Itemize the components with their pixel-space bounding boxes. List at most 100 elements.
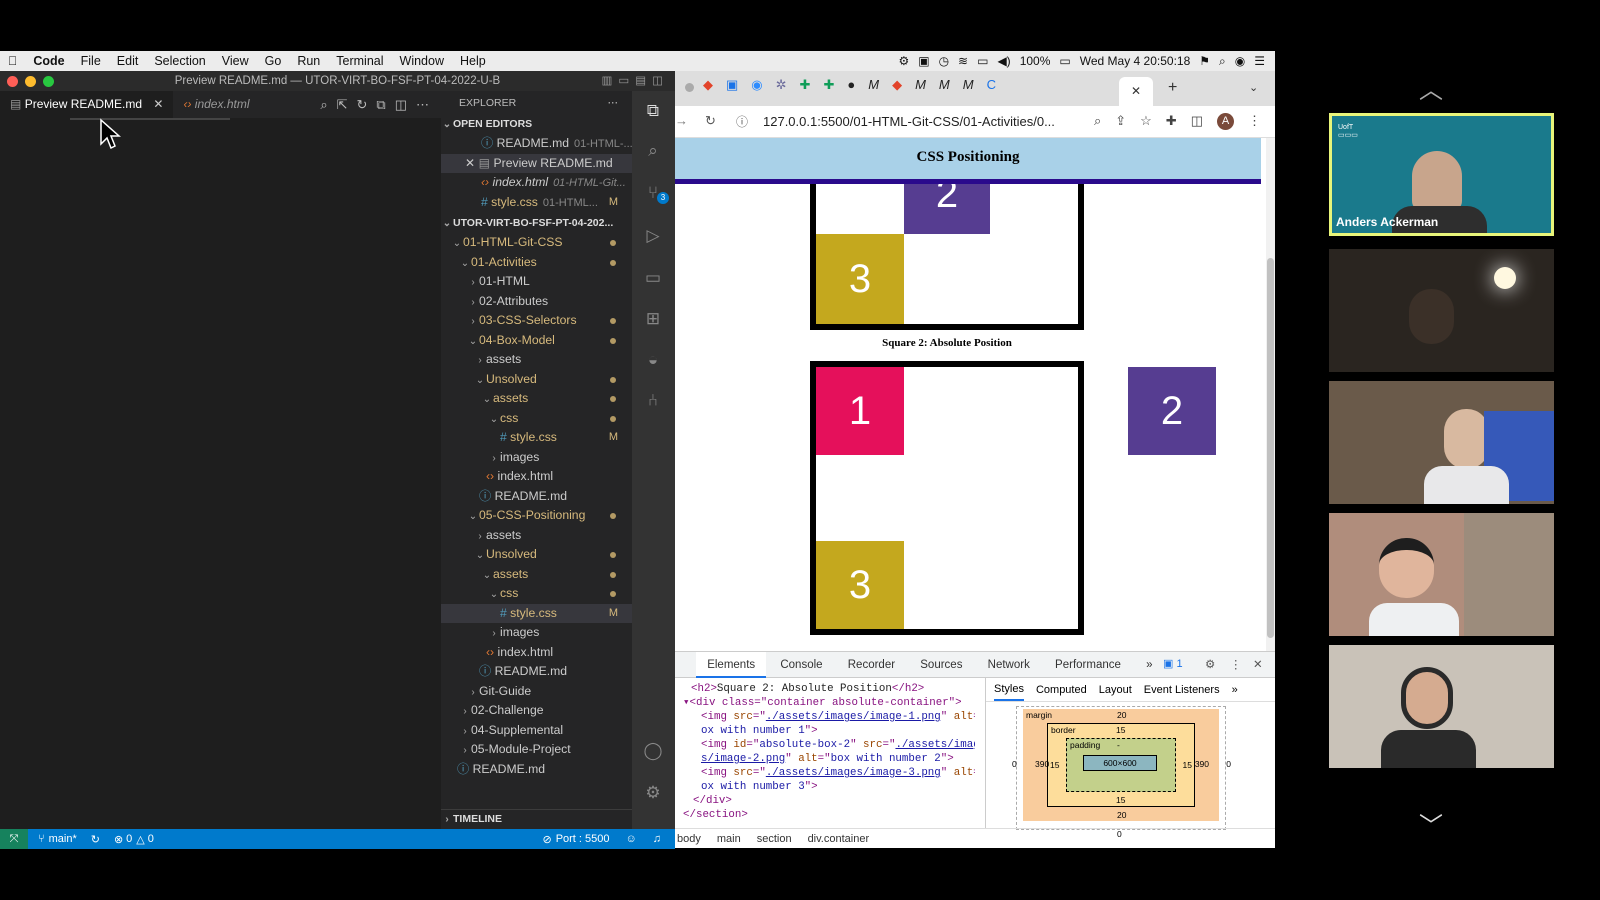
markdown-preview-pane[interactable] xyxy=(0,118,441,829)
timeline-section[interactable]: › TIMELINE xyxy=(441,809,632,828)
dom-line[interactable]: <img src="./assets/images/image-1.png" a… xyxy=(679,710,975,724)
git-graph-icon[interactable]: ⑃ xyxy=(641,389,665,413)
app-menu[interactable]: Code xyxy=(25,54,72,68)
app-tab-icon[interactable]: ✲ xyxy=(776,77,787,93)
elements-dom-tree[interactable]: <h2>Square 2: Absolute Position</h2> ▾<d… xyxy=(675,678,975,828)
tab-event-listeners[interactable]: Event Listeners xyxy=(1144,684,1220,696)
tree-folder[interactable]: ⌄ css xyxy=(441,584,632,604)
tree-folder[interactable]: ⌄ 01-HTML-Git-CSS xyxy=(441,233,632,253)
site-info-icon[interactable]: ⓘ xyxy=(736,113,748,130)
volume-icon[interactable]: ◀) xyxy=(997,54,1010,68)
tab-performance[interactable]: Performance xyxy=(1044,652,1132,678)
tab-preview-readme[interactable]: ▤ Preview README.md ✕ xyxy=(0,91,174,118)
menu-view[interactable]: View xyxy=(214,54,257,68)
clock[interactable]: Wed May 4 20:50:18 xyxy=(1080,54,1191,68)
menu-window[interactable]: Window xyxy=(392,54,452,68)
tree-file[interactable]: ‹› index.html xyxy=(441,467,632,487)
control-center-icon[interactable]: ☰ xyxy=(1254,54,1265,68)
more-tabs-icon[interactable]: » xyxy=(1135,652,1163,678)
menu-go[interactable]: Go xyxy=(257,54,290,68)
layout-controls-icon[interactable]: ▥▭▤◫ xyxy=(602,71,669,91)
flag-icon[interactable]: ⚑ xyxy=(1199,54,1210,68)
siri-icon[interactable]: ◉ xyxy=(1235,54,1245,68)
dom-line[interactable]: <h2>Square 2: Absolute Position</h2> xyxy=(679,682,975,696)
open-editor-item[interactable]: ✕ ▤ Preview README.md xyxy=(441,153,632,173)
calendar-tab-icon[interactable]: ▣ xyxy=(726,77,738,93)
tree-folder[interactable]: ⌄ 05-CSS-Positioning xyxy=(441,506,632,526)
open-source-icon[interactable]: ⇱ xyxy=(337,97,348,113)
menu-edit[interactable]: Edit xyxy=(109,54,147,68)
more-actions-icon[interactable]: ⋯ xyxy=(416,97,429,113)
copy-icon[interactable]: ⧉ xyxy=(376,97,385,113)
tree-folder[interactable]: ⌄ assets xyxy=(441,565,632,585)
dom-line[interactable]: ox with number 3"> xyxy=(679,780,975,794)
gallery-up-arrow-icon[interactable]: ︿ xyxy=(1419,70,1443,105)
extensions-puzzle-icon[interactable]: ✚ xyxy=(1166,113,1177,130)
dom-line[interactable]: s/image-2.png" alt="box with number 2"> xyxy=(679,752,975,766)
menu-selection[interactable]: Selection xyxy=(146,54,213,68)
remote-explorer-icon[interactable]: ▭ xyxy=(641,266,665,290)
globe-tab-icon[interactable]: ● xyxy=(847,77,855,93)
tab-console[interactable]: Console xyxy=(769,652,833,678)
more-style-tabs-icon[interactable]: » xyxy=(1232,684,1238,696)
open-editor-item[interactable]: ⓘ README.md 01-HTML-... xyxy=(441,134,632,154)
dom-line[interactable]: </section> xyxy=(679,808,975,822)
explorer-icon[interactable]: ⧉ xyxy=(641,99,665,123)
active-tab-icon[interactable]: C xyxy=(987,77,996,93)
source-control-icon[interactable]: ⑂ 3 xyxy=(641,181,669,205)
account-icon[interactable]: ◯ xyxy=(641,739,665,763)
menu-run[interactable]: Run xyxy=(289,54,328,68)
tree-folder[interactable]: › images xyxy=(441,623,632,643)
tab-elements[interactable]: Elements xyxy=(696,652,767,678)
tab-network[interactable]: Network xyxy=(977,652,1041,678)
sheets-tab-icon-2[interactable]: ✚ xyxy=(823,77,834,93)
dom-line[interactable]: <img src="./assets/images/image-3.png" a… xyxy=(679,766,975,780)
new-tab-button[interactable]: + xyxy=(1168,79,1177,97)
menu-help[interactable]: Help xyxy=(452,54,494,68)
tree-folder[interactable]: ⌄ Unsolved xyxy=(441,370,632,390)
devtools-settings-icon[interactable]: ⚙ xyxy=(1205,657,1215,671)
settings-gear-icon[interactable]: ⚙ xyxy=(641,781,665,805)
breadcrumb-main[interactable]: main xyxy=(717,833,741,845)
menu-file[interactable]: File xyxy=(73,54,109,68)
m-tab-icon-3[interactable]: M xyxy=(939,77,950,93)
tree-file[interactable]: ⓘ README.md xyxy=(441,760,632,780)
dom-line[interactable]: ▾<div class="container absolute-containe… xyxy=(679,696,975,710)
tree-folder[interactable]: › images xyxy=(441,448,632,468)
workspace-section[interactable]: ⌄ UTOR-VIRT-BO-FSF-PT-04-202... xyxy=(441,214,632,233)
participant-tile[interactable] xyxy=(1329,249,1554,372)
time-machine-icon[interactable]: ◷ xyxy=(939,54,949,68)
run-debug-icon[interactable]: ▷ xyxy=(641,224,665,248)
tab-styles[interactable]: Styles xyxy=(994,679,1024,701)
participant-tile[interactable]: UofT ▭▭▭ Anders Ackerman xyxy=(1329,113,1554,236)
airplay-icon[interactable]: ▭ xyxy=(977,54,988,68)
apple-icon[interactable]:  xyxy=(0,54,25,68)
branch-name[interactable]: main* xyxy=(49,833,77,845)
search-icon[interactable]: ⌕ xyxy=(320,97,327,113)
m-tab-icon-2[interactable]: M xyxy=(915,77,926,93)
forward-icon[interactable]: → xyxy=(675,113,688,128)
breadcrumb-div[interactable]: div.container xyxy=(808,833,870,845)
tree-folder[interactable]: ⌄ 01-Activities xyxy=(441,253,632,273)
tab-computed[interactable]: Computed xyxy=(1036,684,1087,696)
page-scrollbar[interactable] xyxy=(1266,138,1275,651)
sheets-tab-icon[interactable]: ✚ xyxy=(800,77,811,93)
tree-folder[interactable]: › 05-Module-Project xyxy=(441,740,632,760)
chrome-menu-icon[interactable]: ⋮ xyxy=(1248,113,1261,130)
tree-folder[interactable]: ⌄ Unsolved xyxy=(441,545,632,565)
reload-icon[interactable]: ↻ xyxy=(705,113,716,129)
bookmark-star-icon[interactable]: ☆ xyxy=(1140,113,1152,130)
page-viewport[interactable]: CSS Positioning 2 3 Square 2: Absolute P… xyxy=(675,138,1266,651)
tree-folder[interactable]: › 01-HTML xyxy=(441,272,632,292)
breadcrumb-body[interactable]: body xyxy=(677,833,701,845)
tree-folder[interactable]: › 02-Attributes xyxy=(441,292,632,312)
tree-folder[interactable]: ⌄ assets xyxy=(441,389,632,409)
m-tab-icon-4[interactable]: M xyxy=(963,77,974,93)
window-control[interactable] xyxy=(685,83,694,92)
notifications-bell-icon[interactable]: ♫ xyxy=(653,833,661,845)
tab-search-icon[interactable]: ⌄ xyxy=(1249,81,1258,94)
tab-layout[interactable]: Layout xyxy=(1099,684,1132,696)
tree-folder[interactable]: › Git-Guide xyxy=(441,682,632,702)
tab-index-html[interactable]: ‹› index.html xyxy=(173,91,259,118)
open-editors-section[interactable]: ⌄ OPEN EDITORS xyxy=(441,115,632,134)
